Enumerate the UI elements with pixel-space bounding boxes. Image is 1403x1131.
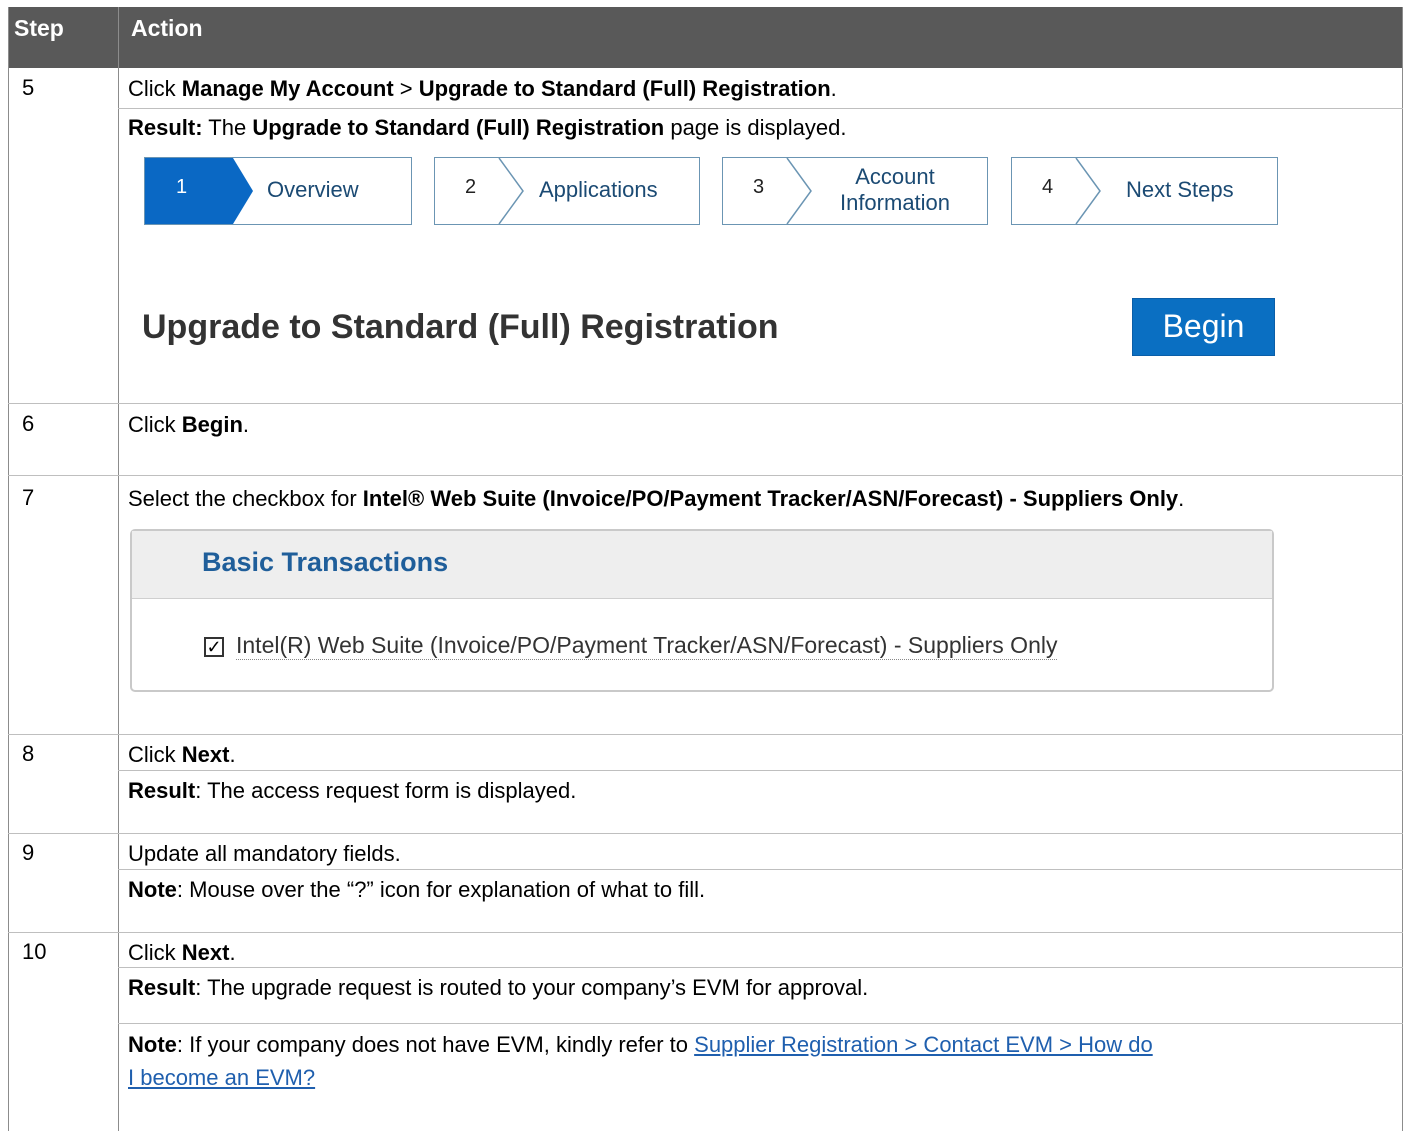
row-line bbox=[8, 734, 1403, 735]
step-number-badge: 4 bbox=[1042, 176, 1054, 198]
stepper-step-overview[interactable]: 1 Overview bbox=[144, 157, 412, 225]
table-header: Step Action bbox=[8, 7, 1403, 68]
subrow-line bbox=[118, 967, 1403, 968]
step-6-instruction: Click Begin. bbox=[128, 412, 250, 437]
stepper-step-account-information[interactable]: 3 Account Information bbox=[722, 157, 988, 225]
web-suite-checkbox[interactable]: ✓ bbox=[204, 637, 224, 657]
subrow-line bbox=[118, 869, 1403, 870]
row-line bbox=[8, 833, 1403, 834]
chevron-right-icon bbox=[1075, 158, 1101, 224]
step-5-instruction: Click Manage My Account > Upgrade to Sta… bbox=[128, 76, 837, 101]
step-8-instruction: Click Next. bbox=[128, 742, 236, 767]
step-10-instruction: Click Next. bbox=[128, 940, 236, 965]
checkbox-label[interactable]: Intel(R) Web Suite (Invoice/PO/Payment T… bbox=[236, 632, 1058, 660]
subrow-line bbox=[118, 1023, 1403, 1024]
checkmark-icon: ✓ bbox=[206, 637, 222, 657]
panel-title: Basic Transactions bbox=[202, 547, 449, 577]
active-step-marker bbox=[145, 158, 253, 224]
step-5-result: Result: The Upgrade to Standard (Full) R… bbox=[128, 115, 847, 140]
stepper-label: Overview bbox=[267, 177, 359, 202]
stepper-step-next-steps[interactable]: 4 Next Steps bbox=[1011, 157, 1278, 225]
step-number: 10 bbox=[22, 939, 47, 964]
row-line bbox=[8, 475, 1403, 476]
header-step: Step bbox=[14, 15, 64, 41]
step-9-instruction: Update all mandatory fields. bbox=[128, 841, 401, 866]
border-left bbox=[8, 7, 9, 1131]
evm-help-link[interactable]: Supplier Registration > Contact EVM > Ho… bbox=[694, 1032, 1153, 1057]
stepper-label: Applications bbox=[539, 177, 658, 202]
step-number: 5 bbox=[22, 75, 35, 100]
step-number: 8 bbox=[22, 741, 35, 766]
panel-header: Basic Transactions bbox=[132, 531, 1272, 599]
step-number: 9 bbox=[22, 840, 35, 865]
step-10-note: Note: If your company does not have EVM,… bbox=[128, 1032, 1153, 1057]
row-line bbox=[8, 932, 1403, 933]
begin-button[interactable]: Begin bbox=[1132, 298, 1275, 356]
header-action: Action bbox=[131, 15, 203, 41]
instruction-table: Step Action 5 Click Manage My Account > … bbox=[8, 0, 1403, 1131]
step-7-instruction: Select the checkbox for Intel® Web Suite… bbox=[128, 486, 1185, 511]
step-9-note: Note: Mouse over the “?” icon for explan… bbox=[128, 877, 706, 902]
step-number: 7 bbox=[22, 485, 35, 510]
page-title: Upgrade to Standard (Full) Registration bbox=[142, 308, 779, 346]
column-divider bbox=[118, 7, 119, 1131]
step-number-badge: 1 bbox=[176, 176, 188, 198]
step-8-result: Result: The access request form is displ… bbox=[128, 778, 577, 803]
row-line bbox=[8, 403, 1403, 404]
step-number: 6 bbox=[22, 411, 35, 436]
subrow-line bbox=[118, 108, 1403, 109]
step-number-badge: 2 bbox=[465, 176, 477, 198]
evm-help-link-cont[interactable]: I become an EVM? bbox=[128, 1065, 315, 1090]
step-10-result: Result: The upgrade request is routed to… bbox=[128, 975, 869, 1000]
step-number-badge: 3 bbox=[753, 176, 765, 198]
chevron-right-icon bbox=[786, 158, 812, 224]
stepper-label: Next Steps bbox=[1126, 177, 1234, 202]
subrow-line bbox=[118, 770, 1403, 771]
stepper-step-applications[interactable]: 2 Applications bbox=[434, 157, 700, 225]
step-10-note-cont: I become an EVM? bbox=[128, 1064, 315, 1092]
basic-transactions-panel: Basic Transactions ✓ Intel(R) Web Suite … bbox=[130, 529, 1274, 692]
chevron-right-icon bbox=[498, 158, 524, 224]
stepper-label: Account Information bbox=[839, 164, 951, 215]
